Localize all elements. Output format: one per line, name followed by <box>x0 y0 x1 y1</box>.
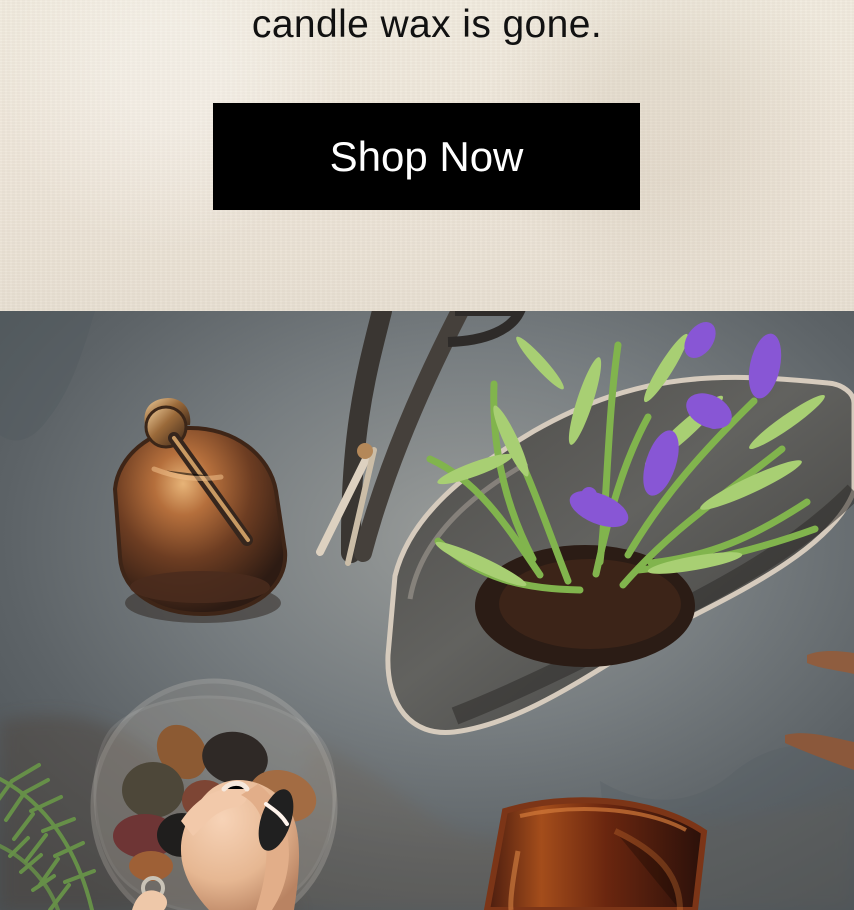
promo-banner: candle wax is gone. Shop Now <box>0 0 854 311</box>
promo-tagline: candle wax is gone. <box>251 3 603 46</box>
shop-now-button[interactable]: Shop Now <box>213 103 640 210</box>
amber-candle-jar <box>483 797 708 910</box>
hero-image <box>0 311 854 910</box>
gardening-scene <box>0 311 854 910</box>
